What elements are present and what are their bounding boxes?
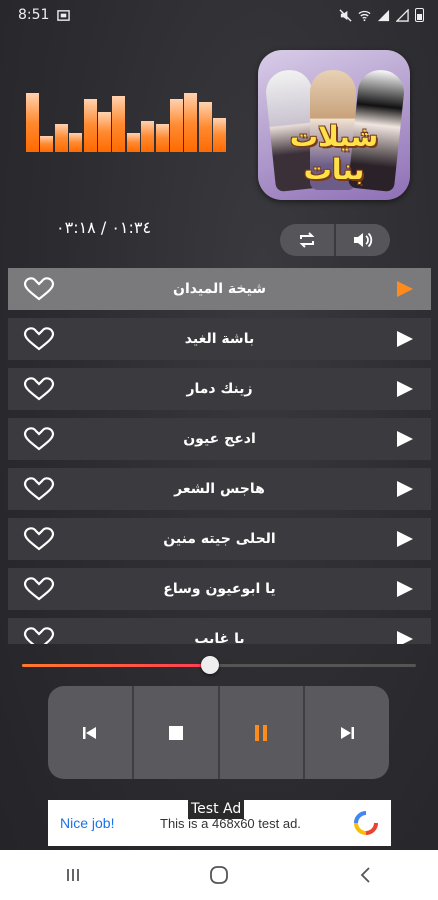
play-track-icon[interactable] [397, 581, 413, 597]
skip-previous-icon [82, 726, 96, 739]
ad-choices-logo-icon[interactable] [353, 810, 379, 836]
stop-icon [168, 725, 183, 740]
track-title: شيخة الميدان [173, 281, 266, 297]
track-title: ادعج عيون [183, 431, 256, 447]
home-icon [210, 866, 228, 884]
transport-controls [48, 686, 389, 779]
favorite-heart-icon[interactable] [22, 427, 56, 455]
play-track-icon[interactable] [397, 381, 413, 397]
equalizer-visualizer [26, 90, 227, 152]
equalizer-bar [184, 93, 198, 152]
equalizer-bar [54, 124, 68, 152]
ad-label: Test Ad [188, 799, 245, 819]
skip-next-icon [341, 726, 355, 739]
seek-bar[interactable] [22, 656, 416, 674]
system-nav-bar [0, 850, 438, 900]
play-track-icon[interactable] [397, 531, 413, 547]
favorite-heart-icon[interactable] [22, 527, 56, 555]
equalizer-bar [26, 93, 39, 152]
favorite-heart-icon[interactable] [22, 477, 56, 505]
next-button[interactable] [305, 686, 389, 779]
playlist-row[interactable]: زينك دمار [8, 368, 431, 410]
pause-icon [255, 724, 268, 741]
playlist-row[interactable]: يا ابوعيون وساع [8, 568, 431, 610]
track-title: باشة الغيد [184, 331, 255, 347]
equalizer-bar [112, 96, 126, 152]
back-icon [360, 867, 370, 883]
previous-button[interactable] [48, 686, 132, 779]
equalizer-bar [83, 99, 97, 152]
status-time: 8:51 [18, 7, 50, 23]
playlist-row[interactable]: شيخة الميدان [8, 268, 431, 310]
track-title: زينك دمار [186, 381, 253, 397]
equalizer-bar [198, 102, 212, 152]
playlist-row[interactable]: باشة الغيد [8, 318, 431, 360]
play-track-icon[interactable] [397, 431, 413, 447]
equalizer-bar [213, 118, 227, 152]
favorite-heart-icon[interactable] [22, 277, 56, 305]
stop-button[interactable] [134, 686, 218, 779]
repeat-icon [299, 232, 315, 248]
playlist-row[interactable]: يا غايب [8, 618, 431, 644]
home-button[interactable] [189, 865, 249, 885]
wifi-icon [358, 10, 371, 21]
playlist-row[interactable]: هاجس الشعر [8, 468, 431, 510]
playback-time: ٠١:٣٤ / ٠٣:١٨ [56, 218, 152, 237]
recent-apps-icon [67, 869, 79, 881]
signal-icon [377, 9, 390, 21]
equalizer-bar [126, 133, 140, 152]
equalizer-bar [98, 112, 111, 152]
gallery-notification-icon [57, 9, 71, 21]
favorite-heart-icon[interactable] [22, 627, 56, 644]
favorite-heart-icon[interactable] [22, 327, 56, 355]
track-title: الحلى جيته منين [163, 531, 276, 547]
volume-button[interactable] [336, 224, 390, 256]
play-track-icon[interactable] [397, 481, 413, 497]
track-title: هاجس الشعر [174, 481, 265, 497]
equalizer-bar [141, 121, 155, 152]
album-title: شيلات بنات [289, 120, 379, 186]
play-track-icon[interactable] [397, 631, 413, 644]
playlist-row[interactable]: الحلى جيته منين [8, 518, 431, 560]
pause-button[interactable] [220, 686, 304, 779]
album-art: شيلات بنات [258, 50, 410, 200]
play-track-icon[interactable] [397, 281, 413, 297]
equalizer-bar [155, 124, 169, 152]
mute-icon [339, 8, 352, 22]
seek-bar-fill [22, 664, 210, 667]
repeat-volume-controls [280, 224, 390, 256]
playlist-row[interactable]: ادعج عيون [8, 418, 431, 460]
track-title: يا غايب [194, 631, 245, 644]
seek-bar-thumb[interactable] [201, 656, 219, 674]
signal-icon-2 [396, 8, 409, 22]
recent-apps-button[interactable] [43, 867, 103, 883]
status-bar: 8:51 [0, 0, 438, 30]
playlist: شيخة الميدان باشة الغيد زينك دمار ادعج عيون… [8, 268, 431, 644]
repeat-button[interactable] [280, 224, 334, 256]
volume-icon [354, 232, 373, 248]
ad-cta[interactable]: Nice job! [60, 815, 160, 831]
equalizer-bar [170, 99, 183, 152]
equalizer-bar [69, 133, 83, 152]
back-button[interactable] [335, 866, 395, 884]
equalizer-bar [40, 136, 54, 152]
battery-icon [415, 8, 424, 22]
favorite-heart-icon[interactable] [22, 577, 56, 605]
play-track-icon[interactable] [397, 331, 413, 347]
track-title: يا ابوعيون وساع [163, 581, 276, 597]
favorite-heart-icon[interactable] [22, 377, 56, 405]
